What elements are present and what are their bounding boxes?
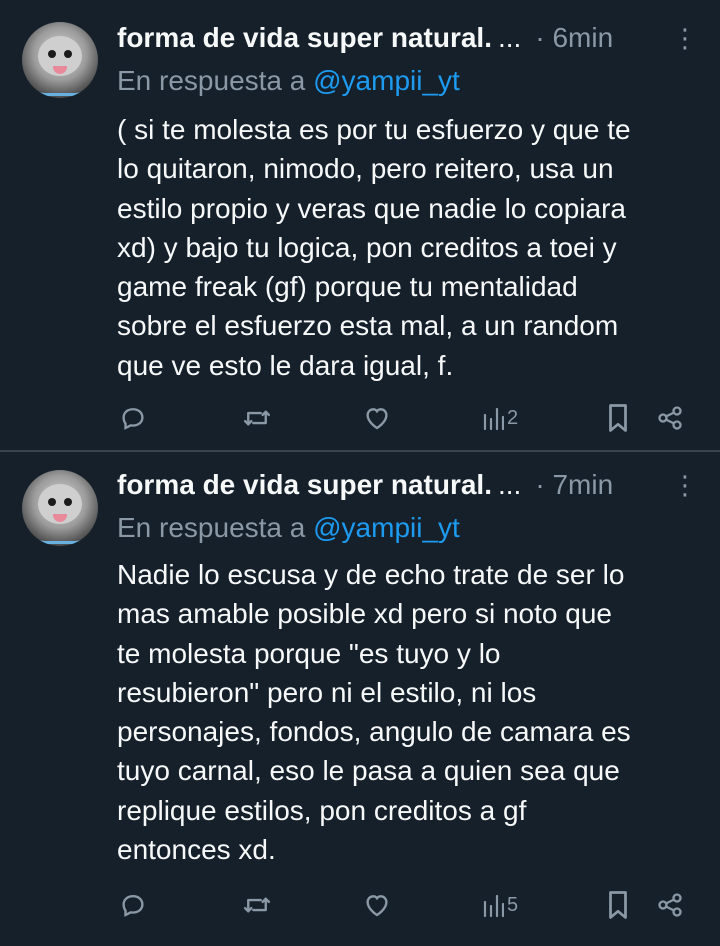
tweet-text: Nadie lo escusa y de echo trate de ser l…: [117, 555, 702, 869]
bookmark-button[interactable]: [605, 398, 631, 438]
tweet-text-line: estilo propio y veras que nadie lo copia…: [117, 192, 626, 224]
timestamp[interactable]: · 6min: [535, 22, 613, 53]
tweet-text-line: entonces xd.: [117, 834, 276, 866]
tweet-actions: 5: [0, 885, 720, 925]
reply-button[interactable]: [118, 398, 148, 438]
tweet-text-line: Nadie lo escusa y de echo trate de ser l…: [117, 559, 625, 590]
views-chart-icon: [483, 407, 504, 431]
views-count: 5: [507, 893, 519, 916]
tweet-2[interactable]: forma de vida super natural.... · 7min ⋮ …: [0, 452, 720, 946]
tweet-text-line: resubieron" pero ni el estilo, ni los: [117, 676, 537, 708]
reply-handle-link[interactable]: @yampii_yt: [313, 65, 460, 96]
reply-context: En respuesta a @yampii_yt: [117, 61, 697, 101]
more-vertical-icon[interactable]: ⋮: [672, 18, 698, 58]
reply-icon: [122, 895, 144, 917]
share-button[interactable]: [656, 885, 684, 925]
like-heart-icon: [366, 408, 388, 430]
reply-icon: [122, 408, 144, 430]
tweet-text-line: personajes, fondos, angulo de camara es: [117, 716, 631, 748]
tweet-text-line: mas amable posible xd pero si noto que: [117, 598, 612, 630]
retweet-icon: [243, 410, 271, 426]
tweet-text-line: tuyo carnal, eso le pasa a quien sea que: [117, 755, 620, 787]
reply-button[interactable]: [118, 885, 148, 925]
tweet-text-line: te molesta porque "es tuyo y lo: [117, 637, 501, 669]
author-name[interactable]: forma de vida super natural.: [117, 22, 492, 53]
avatar[interactable]: [22, 22, 98, 98]
author-name[interactable]: forma de vida super natural.: [117, 469, 492, 500]
name-ellipsis: ...: [498, 22, 522, 53]
tweet-header: forma de vida super natural.... · 7min: [117, 465, 697, 505]
tweet-text-line: replique estilos, pon creditos a gf: [117, 794, 527, 826]
bookmark-button[interactable]: [605, 885, 631, 925]
tweet-text-line: que ve esto le dara igual, f.: [117, 349, 454, 381]
retweet-icon: [243, 897, 271, 913]
share-icon: [658, 406, 682, 430]
bookmark-icon: [609, 891, 627, 919]
tweet-1[interactable]: forma de vida super natural.... · 6min ⋮ …: [0, 0, 720, 452]
tweet-text-line: xd) y bajo tu logica, pon creditos a toe…: [117, 231, 617, 263]
bookmark-icon: [609, 404, 627, 432]
more-vertical-icon[interactable]: ⋮: [672, 465, 698, 505]
share-icon: [658, 893, 682, 917]
tweet-text-line: sobre el esfuerzo esta mal, a un random: [117, 310, 619, 342]
like-heart-icon: [366, 895, 388, 917]
reply-prefix: En respuesta a: [117, 65, 306, 96]
tweet-text-line: lo quitaron, nimodo, pero reitero, usa u…: [117, 153, 614, 185]
reply-context: En respuesta a @yampii_yt: [117, 508, 697, 548]
views-button[interactable]: 5: [482, 885, 518, 925]
avatar[interactable]: [22, 470, 98, 546]
like-button[interactable]: [362, 398, 392, 438]
views-count: 2: [507, 406, 519, 429]
retweet-button[interactable]: [242, 885, 272, 925]
tweet-text-line: game freak (gf) porque tu mentalidad: [117, 271, 578, 303]
tweet-header: forma de vida super natural.... · 6min: [117, 18, 697, 58]
reply-prefix: En respuesta a: [117, 512, 306, 543]
name-ellipsis: ...: [498, 469, 522, 500]
share-button[interactable]: [656, 398, 684, 438]
views-chart-icon: [483, 894, 504, 918]
tweet-text-line: ( si te molesta es por tu esfuerzo y que…: [117, 114, 631, 145]
tweet-actions: 2: [0, 398, 720, 438]
views-button[interactable]: 2: [482, 398, 518, 438]
timestamp[interactable]: · 7min: [535, 469, 613, 500]
tweet-text: ( si te molesta es por tu esfuerzo y que…: [117, 110, 702, 385]
like-button[interactable]: [362, 885, 392, 925]
retweet-button[interactable]: [242, 398, 272, 438]
reply-handle-link[interactable]: @yampii_yt: [313, 512, 460, 543]
